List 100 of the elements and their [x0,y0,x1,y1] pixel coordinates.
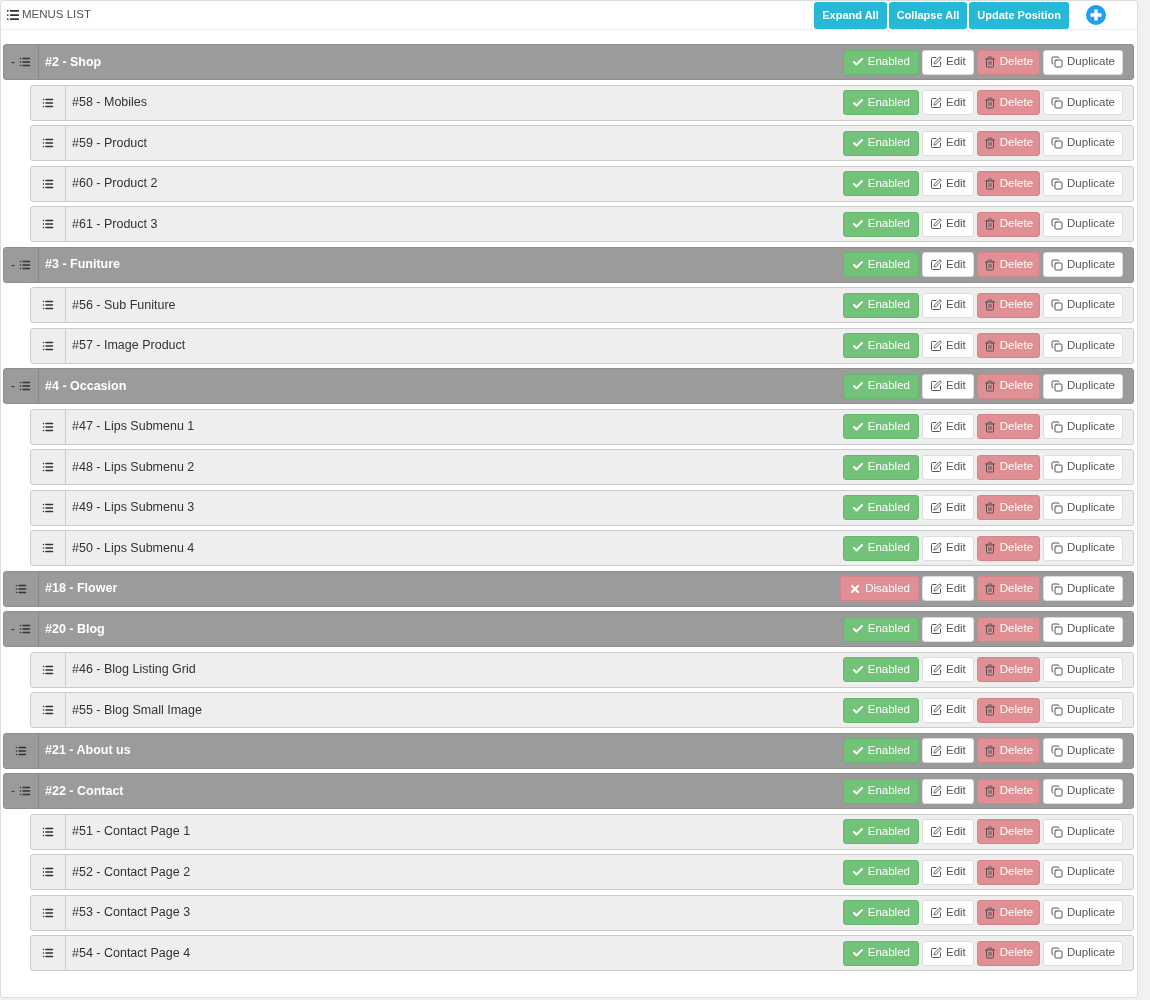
edit-button[interactable]: Edit [921,535,974,561]
drag-handle-icon[interactable] [15,582,27,595]
edit-button[interactable]: Edit [921,130,974,156]
edit-button[interactable]: Edit [921,454,974,480]
duplicate-button[interactable]: Duplicate [1043,900,1123,925]
submenu-row[interactable]: #46 - Blog Listing Grid Enabled Edit Delete Duplicate [30,651,1134,688]
duplicate-button[interactable]: Duplicate [1043,292,1123,318]
duplicate-button[interactable]: Duplicate [1043,414,1123,439]
edit-button[interactable]: Edit [921,373,974,399]
duplicate-button[interactable]: Duplicate [1043,130,1123,156]
drag-handle-icon[interactable] [19,380,31,392]
drag-handle-icon[interactable] [42,947,54,959]
edit-button[interactable]: Edit [921,171,974,196]
duplicate-button[interactable]: Duplicate [1043,90,1123,115]
menu-row[interactable]: - #4 - Occasion Enabled Edit Delete Duplicate [3,368,1134,404]
duplicate-button[interactable]: Duplicate [1043,859,1123,885]
collapse-toggle[interactable]: - [11,53,15,71]
drag-handle-icon[interactable] [42,906,54,919]
drag-handle-icon[interactable] [42,501,54,514]
drag-handle-icon[interactable] [42,866,54,878]
submenu-row[interactable]: #60 - Product 2 Enabled Edit Delete Duplicate [30,165,1134,202]
add-icon[interactable] [1085,4,1107,26]
duplicate-button[interactable]: Duplicate [1043,252,1123,277]
submenu-row[interactable]: #50 - Lips Submenu 4 Enabled Edit Delete Duplicate [30,530,1134,566]
drag-handle-icon[interactable] [19,56,31,68]
drag-handle-icon[interactable] [19,785,31,797]
edit-button[interactable]: Edit [921,819,974,844]
edit-button[interactable]: Edit [921,576,974,601]
menu-row[interactable]: #21 - About us Enabled Edit Delete Duplicate [3,732,1134,769]
duplicate-button[interactable]: Duplicate [1043,373,1123,399]
drag-handle-icon[interactable] [42,299,54,311]
submenu-row[interactable]: #47 - Lips Submenu 1 Enabled Edit Delete Duplicate [30,408,1134,445]
drag-handle-icon[interactable] [42,825,54,838]
submenu-row[interactable]: #57 - Image Product Enabled Edit Delete Duplicate [30,327,1134,364]
edit-button[interactable]: Edit [921,697,974,723]
edit-button[interactable]: Edit [921,738,974,763]
drag-handle-icon[interactable] [42,542,54,554]
check-icon [851,947,864,959]
submenu-row[interactable]: #54 - Contact Page 4 Enabled Edit Delete Duplicate [30,935,1134,971]
drag-handle-icon[interactable] [19,258,31,271]
drag-handle-icon[interactable] [19,623,31,635]
duplicate-button[interactable]: Duplicate [1043,819,1123,844]
submenu-row[interactable]: #52 - Contact Page 2 Enabled Edit Delete Duplicate [30,854,1134,890]
duplicate-button[interactable]: Duplicate [1043,576,1123,601]
edit-button[interactable]: Edit [921,292,974,318]
duplicate-button[interactable]: Duplicate [1043,738,1123,763]
menu-row[interactable]: - #20 - Blog Enabled Edit Delete Duplicate [3,611,1134,647]
menu-row[interactable]: - #22 - Contact Enabled Edit Delete Duplicate [3,773,1134,809]
duplicate-button[interactable]: Duplicate [1043,495,1123,520]
edit-button[interactable]: Edit [921,859,974,885]
drag-handle-icon[interactable] [42,177,54,190]
drag-handle-icon[interactable] [42,420,54,433]
edit-button[interactable]: Edit [921,90,974,115]
edit-button[interactable]: Edit [921,49,974,75]
duplicate-button[interactable]: Duplicate [1043,778,1123,804]
drag-handle-icon[interactable] [42,704,54,716]
submenu-row[interactable]: #56 - Sub Funiture Enabled Edit Delete Duplicate [30,287,1134,323]
submenu-row[interactable]: #58 - Mobiles Enabled Edit Delete Duplicate [30,84,1134,121]
edit-button[interactable]: Edit [921,657,974,682]
drag-handle-icon[interactable] [42,339,54,352]
duplicate-button[interactable]: Duplicate [1043,697,1123,723]
duplicate-button[interactable]: Duplicate [1043,333,1123,358]
edit-button[interactable]: Edit [921,333,974,358]
drag-handle-icon[interactable] [42,218,54,230]
edit-button[interactable]: Edit [921,252,974,277]
submenu-row[interactable]: #55 - Blog Small Image Enabled Edit Delete Duplicate [30,692,1134,728]
duplicate-button[interactable]: Duplicate [1043,616,1123,642]
menu-row[interactable]: - #3 - Funiture Enabled Edit Delete Duplicate [3,246,1134,283]
collapse-toggle[interactable]: - [11,620,15,638]
duplicate-button[interactable]: Duplicate [1043,211,1123,237]
drag-handle-icon[interactable] [42,96,54,109]
edit-button[interactable]: Edit [921,211,974,237]
submenu-row[interactable]: #59 - Product Enabled Edit Delete Duplicate [30,125,1134,161]
submenu-row[interactable]: #51 - Contact Page 1 Enabled Edit Delete Duplicate [30,813,1134,850]
drag-handle-icon[interactable] [42,461,54,473]
duplicate-button[interactable]: Duplicate [1043,940,1123,966]
duplicate-button[interactable]: Duplicate [1043,454,1123,480]
menu-row[interactable]: - #2 - Shop Enabled Edit Delete Duplicate [3,44,1134,80]
drag-handle-icon[interactable] [42,663,54,676]
submenu-row[interactable]: #49 - Lips Submenu 3 Enabled Edit Delete Duplicate [30,489,1134,526]
duplicate-button[interactable]: Duplicate [1043,657,1123,682]
edit-button[interactable]: Edit [921,778,974,804]
edit-button[interactable]: Edit [921,940,974,966]
duplicate-button[interactable]: Duplicate [1043,535,1123,561]
submenu-row[interactable]: #48 - Lips Submenu 2 Enabled Edit Delete Duplicate [30,449,1134,485]
edit-button[interactable]: Edit [921,414,974,439]
edit-button[interactable]: Edit [921,495,974,520]
edit-button[interactable]: Edit [921,900,974,925]
collapse-toggle[interactable]: - [11,255,15,274]
collapse-toggle[interactable]: - [11,782,15,800]
drag-handle-icon[interactable] [42,137,54,149]
edit-button[interactable]: Edit [921,616,974,642]
menu-row[interactable]: #18 - Flower Disabled Edit Delete Duplicate [3,570,1134,607]
submenu-row[interactable]: #61 - Product 3 Enabled Edit Delete Duplicate [30,206,1134,242]
duplicate-button[interactable]: Duplicate [1043,171,1123,196]
submenu-row[interactable]: #53 - Contact Page 3 Enabled Edit Delete Duplicate [30,894,1134,931]
drag-handle-icon[interactable] [15,744,27,757]
duplicate-button[interactable]: Duplicate [1043,49,1123,75]
copy-icon [1051,542,1064,554]
collapse-toggle[interactable]: - [11,377,15,395]
